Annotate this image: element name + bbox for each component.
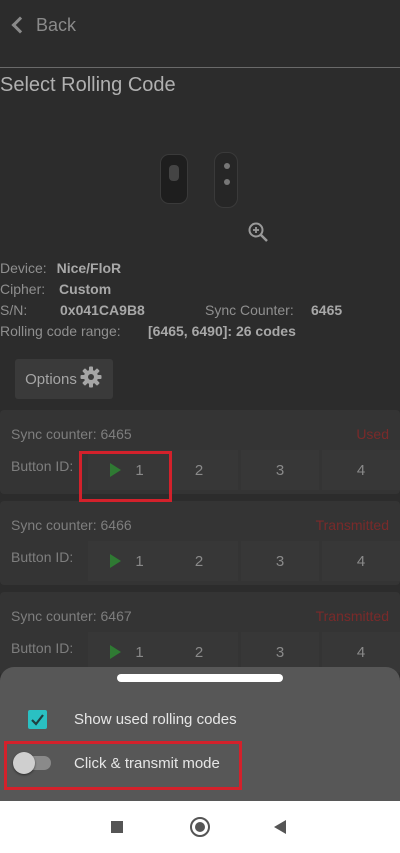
gear-icon: [79, 365, 103, 393]
play-icon: [110, 554, 122, 568]
button-id-label: Button ID:: [11, 549, 74, 565]
options-button[interactable]: Options: [15, 359, 113, 399]
options-label: Options: [25, 370, 77, 388]
code-button-2[interactable]: 2: [160, 632, 238, 672]
cipher-value: Custom: [59, 281, 112, 297]
device-label: Device:: [0, 260, 47, 276]
range-label: Rolling code range:: [0, 323, 121, 339]
remote-image-front: [160, 154, 188, 204]
button-id-label: Button ID:: [11, 458, 74, 474]
button-id-label: Button ID:: [11, 640, 74, 656]
code-button-2[interactable]: 2: [160, 541, 238, 581]
cipher-row: Cipher: Custom: [0, 281, 111, 297]
recents-icon[interactable]: [111, 821, 123, 833]
code-button-4[interactable]: 4: [322, 632, 400, 672]
zoom-in-icon[interactable]: [246, 220, 270, 244]
show-used-label: Show used rolling codes: [74, 711, 237, 728]
show-used-checkbox[interactable]: [28, 710, 47, 729]
code-button-1[interactable]: 1: [88, 541, 166, 581]
code-button-3[interactable]: 3: [241, 541, 319, 581]
code-button-1[interactable]: 1: [88, 632, 166, 672]
code-card: Sync counter: 6465 Used Button ID: 1 2 3…: [0, 410, 400, 494]
device-value: Nice/FloR: [56, 260, 122, 276]
sn-label: S/N:: [0, 302, 28, 318]
play-icon: [110, 645, 122, 659]
sync-counter-label: Sync Counter:: [205, 302, 294, 318]
sync-counter-text: Sync counter: 6466: [11, 517, 132, 533]
code-button-3[interactable]: 3: [241, 450, 319, 490]
back-nav-icon[interactable]: [274, 820, 286, 834]
remote-image-side: [214, 152, 238, 208]
chevron-left-icon: [11, 16, 29, 34]
checkmark-icon: [31, 714, 44, 726]
sync-counter-text: Sync counter: 6467: [11, 608, 132, 624]
device-row: Device: Nice/FloR: [0, 260, 121, 276]
code-card: Sync counter: 6467 Transmitted Button ID…: [0, 592, 400, 676]
sync-counter-text: Sync counter: 6465: [11, 426, 132, 442]
back-button[interactable]: Back: [8, 10, 76, 40]
sn-value: 0x041CA9B8: [60, 302, 145, 318]
cipher-label: Cipher:: [0, 281, 46, 297]
back-label: Back: [36, 14, 77, 35]
status-badge: Transmitted: [315, 517, 389, 533]
status-badge: Transmitted: [315, 608, 389, 624]
sheet-drag-handle[interactable]: [117, 674, 283, 682]
highlight-box: [4, 741, 242, 790]
code-button-4[interactable]: 4: [322, 450, 400, 490]
code-button-3[interactable]: 3: [241, 632, 319, 672]
code-card: Sync counter: 6466 Transmitted Button ID…: [0, 501, 400, 585]
page-title: Select Rolling Code: [0, 74, 176, 96]
range-value: [6465, 6490]: 26 codes: [148, 323, 296, 339]
home-icon[interactable]: [190, 817, 210, 837]
status-badge: Used: [356, 426, 389, 442]
highlight-box: [79, 451, 172, 502]
code-button-4[interactable]: 4: [322, 541, 400, 581]
sync-counter-value: 6465: [311, 302, 343, 318]
